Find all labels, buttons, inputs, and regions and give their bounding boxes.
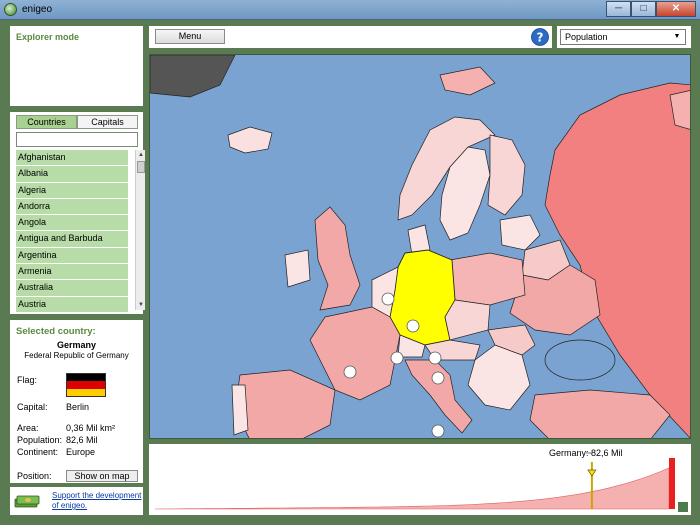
- position-label: Position:: [17, 471, 52, 481]
- capital-label: Capital:: [17, 402, 48, 412]
- flag-stripe: [67, 388, 105, 396]
- selected-heading: Selected country:: [16, 326, 96, 337]
- population-label: Population:: [17, 435, 63, 445]
- map-view[interactable]: [149, 54, 691, 439]
- minimize-button[interactable]: ─: [606, 1, 631, 17]
- money-icon: [14, 495, 40, 508]
- list-scrollbar[interactable]: ▲ ▼: [135, 150, 145, 310]
- show-on-map-button[interactable]: Show on map: [66, 470, 138, 482]
- list-item[interactable]: Angola: [16, 215, 128, 231]
- statistic-selected-value: Population: [565, 32, 608, 42]
- support-panel: Support the development of enigeo.: [10, 487, 143, 515]
- resize-grip-icon[interactable]: [678, 502, 688, 512]
- flag-label: Flag:: [17, 375, 38, 385]
- area-value: 0,36 Mil km²: [66, 423, 116, 433]
- country-list: Afghanistan Albania Algeria Andorra Ango…: [16, 150, 128, 313]
- search-input[interactable]: [16, 132, 138, 147]
- population-value: 82,6 Mil: [66, 435, 98, 445]
- scroll-up-icon[interactable]: ▲: [136, 150, 146, 160]
- country-name: Germany: [56, 340, 97, 350]
- statistic-select[interactable]: Population ▼: [560, 29, 686, 45]
- list-item[interactable]: Armenia: [16, 264, 128, 280]
- list-item[interactable]: Albania: [16, 166, 128, 182]
- list-item[interactable]: Australia: [16, 280, 128, 296]
- flag-image: [66, 373, 106, 397]
- list-item[interactable]: Andorra: [16, 198, 128, 215]
- distribution-chart-panel: Germany: 82,6 Mil: [149, 444, 691, 515]
- distribution-chart[interactable]: [149, 444, 691, 515]
- distribution-tail-bar: [669, 458, 675, 509]
- flag-stripe: [67, 374, 105, 382]
- title-bar: enigeo ─ □ ✕: [0, 0, 700, 20]
- explorer-heading: Explorer mode: [16, 32, 80, 42]
- maximize-button[interactable]: □: [631, 1, 656, 17]
- tab-countries[interactable]: Countries: [16, 115, 77, 129]
- country-details-panel: Selected country: Germany Federal Republ…: [10, 320, 143, 483]
- country-full-name: Federal Republic of Germany: [24, 351, 129, 360]
- marker-triangle-icon: [587, 469, 597, 477]
- country-list-panel: Countries Capitals Afghanistan Albania A…: [10, 112, 145, 314]
- list-item[interactable]: Argentina: [16, 247, 128, 264]
- capital-value: Berlin: [66, 402, 90, 412]
- menu-button[interactable]: Menu: [155, 29, 225, 44]
- close-button[interactable]: ✕: [656, 1, 696, 17]
- svg-text:?: ?: [537, 31, 544, 45]
- continent-value: Europe: [66, 447, 96, 457]
- scroll-thumb[interactable]: [137, 161, 145, 173]
- question-circle-icon[interactable]: ?: [531, 28, 549, 46]
- list-item[interactable]: Algeria: [16, 182, 128, 198]
- tab-capitals[interactable]: Capitals: [77, 115, 138, 129]
- area-label: Area:: [17, 423, 39, 433]
- list-item[interactable]: Austria: [16, 296, 128, 312]
- europe-map[interactable]: [150, 55, 691, 439]
- toolbar: Menu ?: [149, 26, 552, 48]
- app-globe-icon: [4, 3, 17, 16]
- statistic-select-panel: Population ▼: [557, 26, 691, 48]
- continent-label: Continent:: [17, 447, 59, 457]
- explorer-panel: Explorer mode: [10, 26, 143, 106]
- chevron-down-icon[interactable]: ▼: [671, 31, 683, 43]
- support-link[interactable]: Support the development of enigeo.: [52, 491, 142, 511]
- flag-stripe: [67, 381, 105, 389]
- list-item[interactable]: Afghanistan: [16, 150, 128, 166]
- list-item[interactable]: Antigua and Barbuda: [16, 231, 128, 247]
- scroll-down-icon[interactable]: ▼: [136, 300, 146, 310]
- window-title: enigeo: [22, 4, 53, 15]
